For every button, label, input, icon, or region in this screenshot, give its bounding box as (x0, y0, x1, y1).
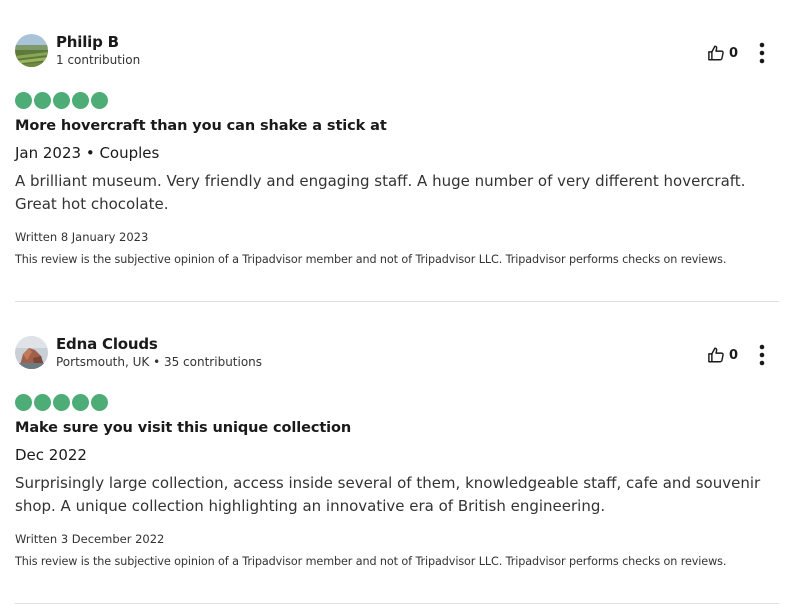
reviewer-name[interactable]: Philip B (56, 33, 119, 51)
reviewer-name[interactable]: Edna Clouds (56, 335, 158, 353)
helpful-vote-button[interactable]: 0 (707, 344, 738, 366)
reviews-list: Philip B 1 contribution 0 More hovercraf… (0, 0, 800, 605)
review-text: Surprisingly large collection, access in… (15, 474, 761, 515)
avatar[interactable] (15, 34, 48, 67)
helpful-count: 0 (729, 347, 739, 363)
trip-date-type: Jan 2023 • Couples (15, 144, 160, 162)
trip-date: Dec 2022 (15, 446, 87, 464)
rating-bubble (15, 394, 32, 411)
landscape-avatar-image (15, 34, 48, 67)
review-title[interactable]: Make sure you visit this unique collecti… (15, 420, 351, 436)
rating-bubble (53, 92, 70, 109)
rating-bubble (15, 92, 32, 109)
helpful-count: 0 (729, 45, 739, 61)
bubble-rating (15, 394, 108, 411)
written-date: Written 3 December 2022 (15, 532, 165, 546)
review-card: Edna Clouds Portsmouth, UK • 35 contribu… (15, 302, 779, 604)
rating-bubble (53, 394, 70, 411)
more-options-button[interactable] (753, 41, 771, 65)
rating-bubble (91, 394, 108, 411)
reviewer-contributions: 1 contribution (56, 53, 141, 67)
review-text: A brilliant museum. Very friendly and en… (15, 172, 746, 213)
rating-bubble (72, 394, 89, 411)
rating-bubble (72, 92, 89, 109)
more-options-button[interactable] (753, 343, 771, 367)
review-title[interactable]: More hovercraft than you can shake a sti… (15, 118, 387, 134)
reviewer-contributions: Portsmouth, UK • 35 contributions (56, 355, 263, 369)
rating-bubble (91, 92, 108, 109)
vertical-ellipsis-icon (759, 42, 765, 64)
review-card: Philip B 1 contribution 0 More hovercraf… (15, 0, 779, 302)
coastal-rock-avatar-image (15, 336, 48, 369)
written-date: Written 8 January 2023 (15, 230, 149, 244)
thumbs-up-icon (708, 45, 724, 61)
rating-bubble (34, 394, 51, 411)
thumbs-up-icon (708, 347, 724, 363)
vertical-ellipsis-icon (759, 344, 765, 366)
bubble-rating (15, 92, 108, 109)
helpful-vote-button[interactable]: 0 (707, 42, 738, 64)
avatar[interactable] (15, 336, 48, 369)
review-disclaimer: This review is the subjective opinion of… (15, 555, 727, 568)
review-disclaimer: This review is the subjective opinion of… (15, 253, 727, 266)
rating-bubble (34, 92, 51, 109)
